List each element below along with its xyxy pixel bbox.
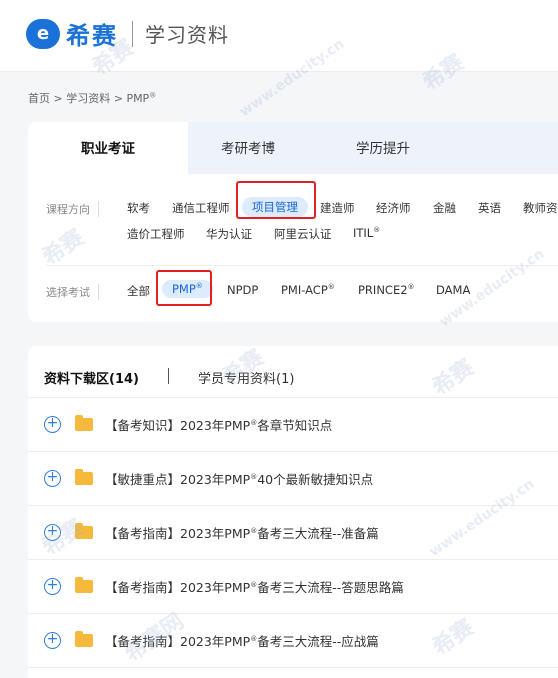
site-header: e 希赛 学习资料 [0,0,558,72]
tab-separator [168,368,169,384]
item-title[interactable]: 【备考指南】2023年PMP®备考三大流程--答题思路篇 [105,577,404,596]
filter-divider [46,265,558,266]
course-option[interactable]: 教师资 [523,200,558,216]
breadcrumb-current: PMP [126,92,150,105]
course-option[interactable]: 经济师 [376,200,411,216]
course-option[interactable]: 通信工程师 [172,200,230,216]
breadcrumb-home[interactable]: 首页 [28,92,50,105]
item-title[interactable]: 【备考指南】2023年PMP®备考三大流程--准备篇 [105,523,379,542]
folder-icon [75,415,93,431]
expand-plus-icon[interactable]: + [44,578,61,595]
exam-option[interactable]: PMI-ACP® [281,283,335,297]
tab-professional-cert[interactable]: 职业考证 [28,122,188,174]
course-option[interactable]: 英语 [478,200,501,216]
expand-plus-icon[interactable]: + [44,470,61,487]
course-direction-label: 课程方向 [46,201,99,217]
item-title-suffix: 备考三大流程--答题思路篇 [257,580,404,595]
item-title-suffix: 各章节知识点 [257,418,333,433]
list-item[interactable]: + 【备考指南】2023年PMP®备考三大流程--应战篇 [28,614,558,668]
course-option[interactable]: 软考 [127,200,150,216]
exam-option-label: PRINCE2 [358,283,408,297]
expand-plus-icon[interactable]: + [44,632,61,649]
item-title-prefix: 【备考知识】2023年PMP [105,418,251,433]
folder-icon [75,523,93,539]
exam-option[interactable]: DAMA [436,283,470,297]
tab-download-area[interactable]: 资料下载区(14) [44,368,139,387]
list-item[interactable]: + 【备考指南】2023年PMP®备考三大流程--答题思路篇 [28,560,558,614]
registered-mark: ® [407,283,415,292]
item-title-prefix: 【敏捷重点】2023年PMP [105,472,251,487]
item-title[interactable]: 【敏捷重点】2023年PMP®40个最新敏捷知识点 [105,469,373,488]
logo-text: 希赛 [66,22,118,50]
course-option[interactable]: 阿里云认证 [274,226,332,242]
item-title-prefix: 【备考指南】2023年PMP [105,526,251,541]
exam-option[interactable]: 全部 [127,283,150,299]
filter-panel: 职业考证 考研考博 学历提升 课程方向 软考 通信工程师 项目管理 建造师 经济… [28,122,558,322]
expand-plus-icon[interactable]: + [44,416,61,433]
course-option[interactable]: 华为认证 [206,226,252,242]
tab-student-materials[interactable]: 学员专用资料(1) [198,368,294,387]
folder-icon [75,631,93,647]
registered-mark: ® [149,91,157,100]
item-title-suffix: 备考三大流程--应战篇 [257,634,379,649]
tab-degree-upgrade[interactable]: 学历提升 [318,122,448,174]
course-option[interactable]: 造价工程师 [127,226,185,242]
folder-icon [75,577,93,593]
exam-option-label: PMI-ACP [281,283,328,297]
breadcrumb-section[interactable]: 学习资料 [66,92,110,105]
item-title-prefix: 【备考指南】2023年PMP [105,634,251,649]
folder-icon [75,469,93,485]
registered-mark: ® [373,226,381,235]
breadcrumb: 首页 > 学习资料 > PMP® [28,90,156,106]
item-title-prefix: 【备考指南】2023年PMP [105,580,251,595]
category-tabs: 职业考证 考研考博 学历提升 [28,122,558,174]
section-title: 学习资料 [145,23,229,47]
materials-panel: 资料下载区(14) 学员专用资料(1) + 【备考知识】2023年PMP®各章节… [28,346,558,678]
list-item[interactable]: + 【敏捷重点】2023年PMP®40个最新敏捷知识点 [28,452,558,506]
breadcrumb-sep: > [50,92,67,105]
item-title[interactable]: 【备考知识】2023年PMP®各章节知识点 [105,415,332,434]
list-item[interactable]: + 【备考指南】2023年PMP®备考三大流程--准备篇 [28,506,558,560]
tab-postgraduate[interactable]: 考研考博 [188,122,308,174]
site-logo[interactable]: e 希赛 学习资料 [26,16,229,51]
breadcrumb-sep: > [110,92,127,105]
list-item[interactable]: + 【备考知识】2023年PMP®各章节知识点 [28,398,558,452]
materials-tabs: 资料下载区(14) 学员专用资料(1) [28,346,558,398]
exam-select-label: 选择考试 [46,284,99,300]
highlight-box-exam [156,270,212,306]
logo-divider [132,20,133,47]
course-option[interactable]: 建造师 [320,200,355,216]
highlight-box-course [236,181,316,219]
course-option[interactable]: ITIL® [353,226,380,240]
exam-option[interactable]: PRINCE2® [358,283,415,297]
course-option-label: ITIL [353,226,374,240]
item-title-suffix: 40个最新敏捷知识点 [257,472,374,487]
exam-option[interactable]: NPDP [227,283,258,297]
course-option[interactable]: 金融 [433,200,456,216]
item-title-suffix: 备考三大流程--准备篇 [257,526,379,541]
item-title[interactable]: 【备考指南】2023年PMP®备考三大流程--应战篇 [105,631,379,650]
expand-plus-icon[interactable]: + [44,524,61,541]
registered-mark: ® [327,283,335,292]
logo-mark-icon: e [26,18,60,49]
